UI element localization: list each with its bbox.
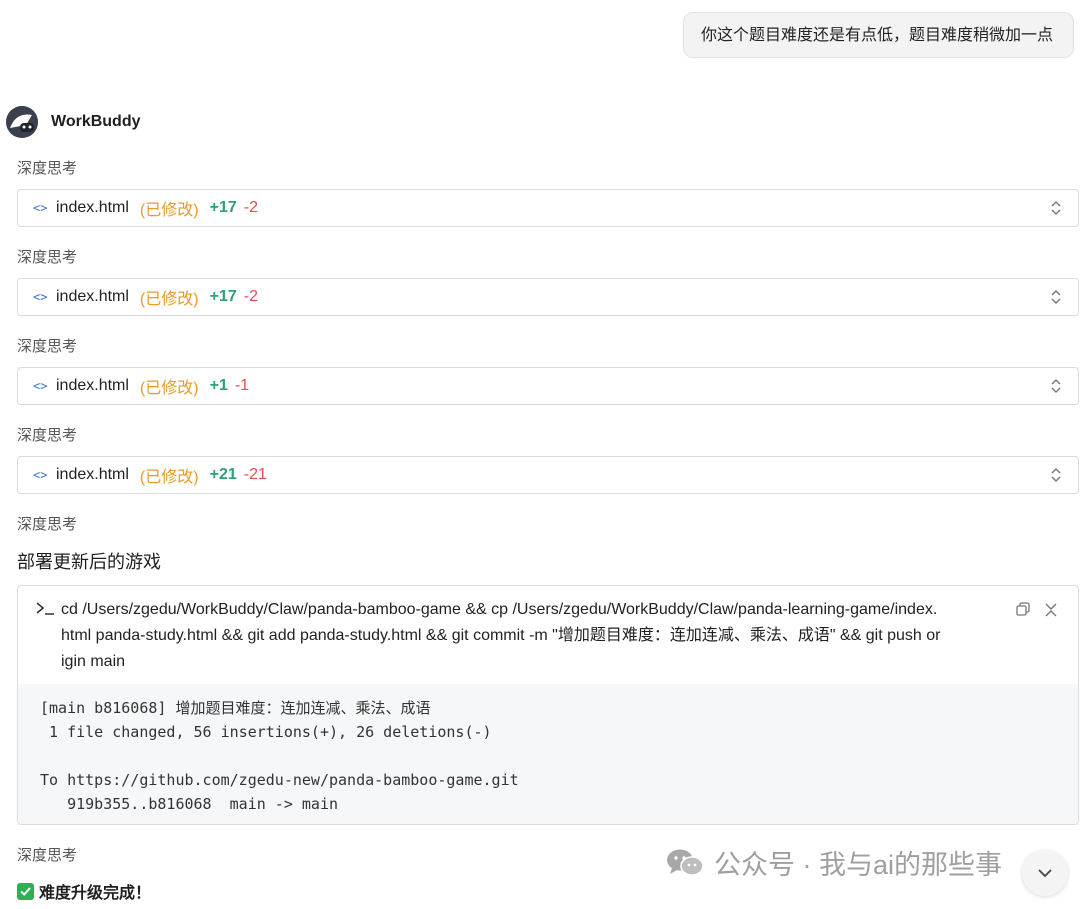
file-deletions: -2 [243,199,258,216]
thinking-label[interactable]: 深度思考 [17,335,77,356]
file-additions: +21 [209,466,237,483]
collapse-icon[interactable] [1044,602,1058,618]
expand-collapse-icon[interactable] [1050,288,1062,306]
code-icon: <> [33,201,48,215]
terminal-command: cd /Users/zgedu/WorkBuddy/Claw/panda-bam… [61,597,999,675]
file-change-card[interactable]: <> index.html (已修改) +21 -21 [17,456,1079,494]
output-line: To https://github.com/zgedu-new/panda-ba… [40,771,519,789]
user-message-bubble: 你这个题目难度还是有点低，题目难度稍微加一点 [682,12,1074,58]
chevron-down-icon [1038,869,1052,878]
user-message-text: 你这个题目难度还是有点低，题目难度稍微加一点 [700,27,1053,44]
terminal-card: cd /Users/zgedu/WorkBuddy/Claw/panda-bam… [17,585,1079,825]
expand-collapse-icon[interactable] [1050,199,1062,217]
terminal-output: [main b816068] 增加题目难度：连加连减、乘法、成语 1 file … [18,684,1078,824]
watermark-text: 公众号 · 我与ai的那些事 [714,850,1003,880]
checkmark-icon [17,882,34,900]
code-icon: <> [33,290,48,304]
file-status: (已修改) [139,202,199,219]
thinking-label[interactable]: 深度思考 [17,157,77,178]
command-line: igin main [61,653,126,670]
expand-collapse-icon[interactable] [1050,377,1062,395]
bot-avatar [6,106,38,138]
wechat-icon [667,849,704,876]
scroll-to-bottom-button[interactable] [1022,850,1068,896]
file-change-card[interactable]: <> index.html (已修改) +1 -1 [17,367,1079,405]
file-additions: +17 [209,288,237,305]
thinking-label[interactable]: 深度思考 [17,844,77,865]
file-status: (已修改) [139,380,199,397]
bot-header: WorkBuddy [6,106,140,138]
thinking-label[interactable]: 深度思考 [17,513,77,534]
file-additions: +1 [209,377,228,394]
output-line: 919b355..b816068 main -> main [40,795,339,813]
bot-name: WorkBuddy [51,113,141,130]
section-title: 部署更新后的游戏 [17,552,161,572]
terminal-prompt-icon [36,602,54,615]
thinking-label[interactable]: 深度思考 [17,246,77,267]
thinking-label[interactable]: 深度思考 [17,424,77,445]
file-deletions: -21 [243,466,267,483]
expand-collapse-icon[interactable] [1050,466,1062,484]
file-change-card[interactable]: <> index.html (已修改) +17 -2 [17,189,1079,227]
watermark: 公众号 · 我与ai的那些事 [666,843,1002,882]
file-change-card[interactable]: <> index.html (已修改) +17 -2 [17,278,1079,316]
output-line: [main b816068] 增加题目难度：连加连减、乘法、成语 [40,699,431,717]
file-deletions: -1 [234,377,250,394]
copy-icon[interactable] [1016,602,1030,616]
file-name: index.html [56,288,129,305]
command-line: html panda-study.html && git add panda-s… [61,627,941,644]
code-icon: <> [33,379,48,393]
file-name: index.html [56,199,129,216]
file-name: index.html [56,377,129,394]
file-status: (已修改) [139,469,199,486]
done-message: 难度升级完成！ [17,879,151,903]
code-icon: <> [33,468,48,482]
terminal-actions [1016,602,1058,618]
done-text: 难度升级完成！ [39,885,152,902]
file-name: index.html [56,466,129,483]
file-additions: +17 [209,199,237,216]
file-status: (已修改) [139,291,199,308]
output-line: 1 file changed, 56 insertions(+), 26 del… [40,723,492,741]
command-line: cd /Users/zgedu/WorkBuddy/Claw/panda-bam… [61,601,938,618]
file-deletions: -2 [243,288,258,305]
